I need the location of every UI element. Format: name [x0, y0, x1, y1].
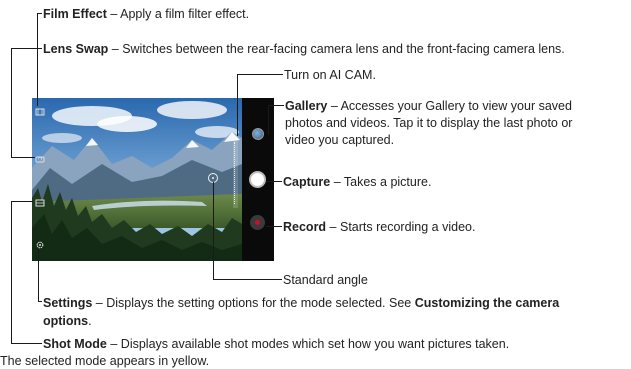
lens-swap-desc: – Switches between the rear-facing camer…	[108, 42, 565, 56]
shot-mode-desc-2: The selected mode appears in yellow.	[0, 354, 210, 368]
film-icon[interactable]	[35, 107, 45, 117]
settings-link-cont[interactable]: options	[43, 314, 88, 328]
record-dot	[255, 220, 260, 225]
gallery-leader	[268, 105, 284, 106]
gallery-label: Gallery	[285, 99, 328, 113]
settings-label: Settings	[43, 296, 93, 310]
record-leader	[266, 226, 282, 227]
capture-button[interactable]	[249, 171, 266, 188]
gallery-leader-v	[268, 105, 269, 135]
ai-cam-leader-h	[237, 74, 283, 75]
film-effect-leader-h	[37, 13, 42, 14]
shot-mode-label: Shot Mode	[43, 337, 107, 351]
camera-switch-icon[interactable]	[35, 154, 45, 164]
capture-desc: – Takes a picture.	[330, 175, 432, 189]
settings-annotation: Settings – Displays the setting options …	[43, 294, 559, 330]
film-effect-leader-v	[37, 13, 38, 106]
standard-angle-leader-h	[213, 279, 282, 280]
film-effect-annotation: Film Effect – Apply a film filter effect…	[43, 6, 249, 22]
shot-mode-leader-top	[11, 201, 33, 202]
gallery-desc-1: – Accesses your Gallery to view your sav…	[327, 99, 572, 113]
standard-angle-label: Standard angle	[283, 273, 368, 287]
record-desc: – Starts recording a video.	[326, 220, 476, 234]
film-effect-label: Film Effect	[43, 7, 107, 21]
ai-cam-icon[interactable]	[233, 138, 238, 208]
capture-annotation: Capture – Takes a picture.	[283, 174, 431, 190]
lens-swap-leader-top	[11, 48, 42, 49]
settings-desc: – Displays the setting options for the m…	[92, 296, 415, 310]
shot-mode-annotation: Shot Mode – Displays available shot mode…	[0, 336, 510, 369]
lens-swap-annotation: Lens Swap – Switches between the rear-fa…	[43, 41, 565, 57]
shot-mode-leader-bottom	[11, 343, 42, 344]
capture-leader	[266, 181, 282, 182]
ai-cam-leader-v	[237, 74, 238, 136]
lens-swap-leader-v	[11, 48, 12, 157]
gallery-thumbnail[interactable]	[252, 128, 264, 140]
standard-angle-leader-v	[213, 182, 214, 279]
gallery-desc-2: photos and videos. Tap it to display the…	[285, 116, 573, 130]
settings-period: .	[88, 314, 92, 328]
camera-preview	[32, 98, 242, 261]
record-annotation: Record – Starts recording a video.	[283, 219, 475, 235]
capture-label: Capture	[283, 175, 331, 189]
record-label: Record	[283, 220, 327, 234]
camera-controls-bar	[242, 98, 274, 261]
standard-angle-annotation: Standard angle	[283, 272, 368, 288]
lens-swap-leader-bottom	[11, 157, 35, 158]
film-effect-desc: – Apply a film filter effect.	[106, 7, 250, 21]
settings-leader-h	[38, 301, 42, 302]
shot-mode-leader-v	[11, 201, 12, 343]
lens-swap-label: Lens Swap	[43, 42, 109, 56]
settings-link[interactable]: Customizing the camera	[415, 296, 559, 310]
shot-mode-icon[interactable]	[35, 198, 45, 208]
gallery-desc-3: video you captured.	[285, 133, 395, 147]
ai-cam-annotation: Turn on AI CAM.	[284, 67, 376, 83]
ai-cam-label: Turn on AI CAM.	[284, 68, 376, 82]
gallery-annotation: Gallery – Accesses your Gallery to view …	[285, 98, 572, 149]
gear-icon[interactable]	[35, 240, 45, 250]
shot-mode-desc-1: – Displays available shot modes which se…	[106, 337, 510, 351]
settings-leader-v	[38, 250, 39, 301]
record-button[interactable]	[250, 215, 265, 230]
